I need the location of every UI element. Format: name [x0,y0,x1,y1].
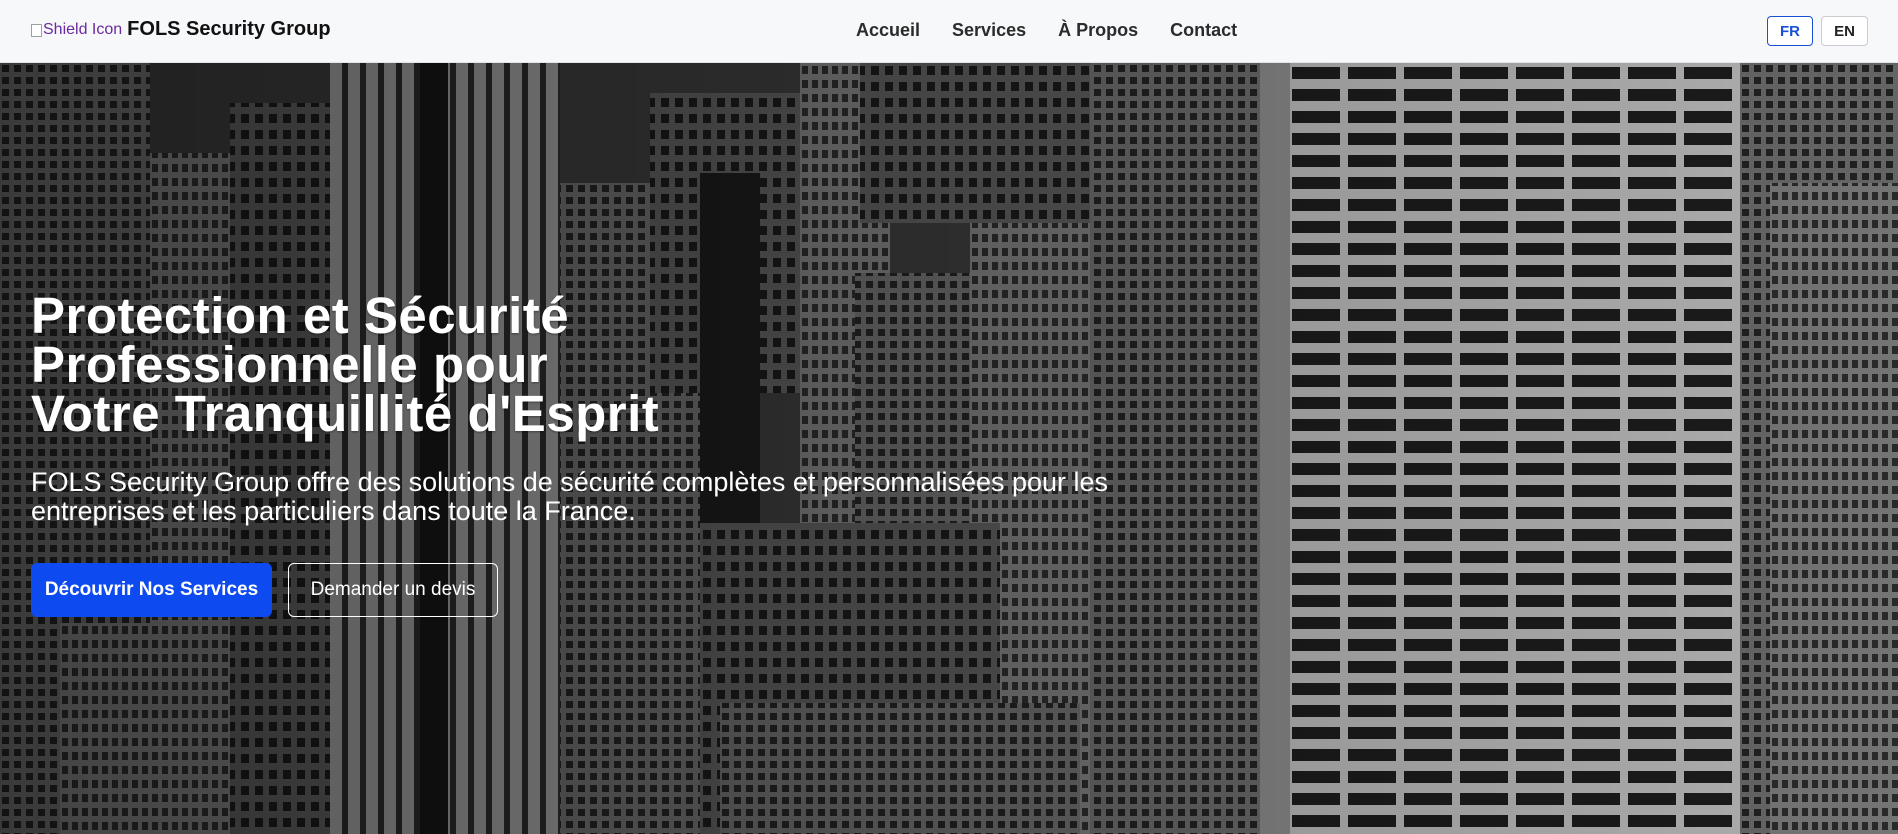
language-fr-button[interactable]: FR [1767,16,1813,46]
nav-link-a-propos[interactable]: À Propos [1058,20,1138,41]
nav-link-contact[interactable]: Contact [1170,20,1237,41]
hero-title: Protection et Sécurité Professionnelle p… [31,287,660,442]
hero-content: Protection et Sécurité Professionnelle p… [31,287,1231,526]
brand-name: FOLS Security Group [127,18,331,40]
nav-link-services[interactable]: Services [952,20,1026,41]
language-en-button[interactable]: EN [1821,16,1868,46]
nav-link-accueil[interactable]: Accueil [856,20,920,41]
hero-subtitle: FOLS Security Group offre des solutions … [31,467,1109,526]
shield-icon: Shield Icon [31,21,122,39]
navbar: Shield Icon FOLS Security Group Accueil … [0,0,1898,63]
brand[interactable]: Shield Icon FOLS Security Group [31,18,331,41]
hero-actions: Découvrir Nos Services Demander un devis [31,563,498,617]
main-nav: Accueil Services À Propos Contact [856,20,1269,41]
discover-services-button[interactable]: Découvrir Nos Services [31,563,272,617]
request-quote-button[interactable]: Demander un devis [288,563,498,617]
hero-section: Protection et Sécurité Professionnelle p… [0,63,1898,834]
